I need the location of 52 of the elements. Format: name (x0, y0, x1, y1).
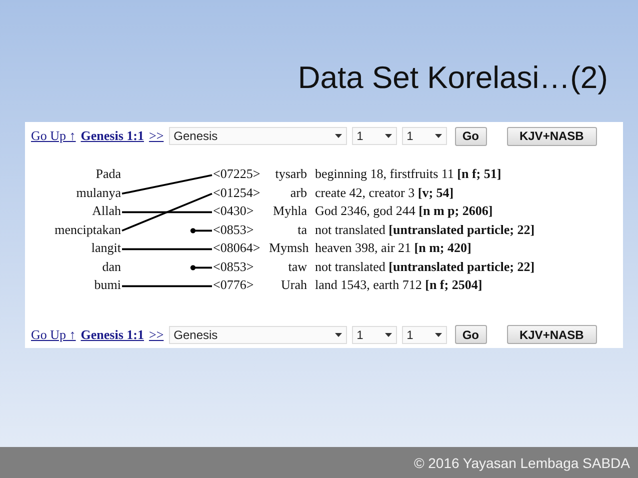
strongs-number[interactable]: <0853> (213, 258, 269, 276)
hebrew-word: arb (289, 184, 307, 202)
word-label: menciptakan (54, 220, 121, 239)
hebrew-word: Mymsh (269, 239, 307, 257)
word-label: Pada (94, 165, 121, 183)
go-up-link[interactable]: Go Up ↑ (31, 128, 76, 144)
copyright-text: © 2016 Yayasan Lembaga SABDA (414, 454, 630, 470)
strongs-number[interactable]: <07225> (213, 165, 269, 184)
caret-icon (384, 134, 392, 138)
strongs-number[interactable]: <0853> (213, 220, 269, 239)
next-link[interactable]: >> (148, 128, 164, 144)
verse-dropdown[interactable]: 1 (402, 127, 447, 145)
strongs-number[interactable]: <0430> (213, 202, 269, 220)
go-button[interactable]: Go (454, 325, 487, 344)
strongs-number[interactable]: <08064> (213, 239, 269, 258)
word-label: dan (101, 258, 121, 276)
caret-icon (334, 134, 342, 138)
caret-icon (384, 332, 392, 336)
caret-icon (334, 332, 342, 336)
verse-link[interactable]: Genesis 1:1 (80, 128, 144, 144)
version-button[interactable]: KJV+NASB (506, 325, 597, 344)
hebrew-word: ta (296, 220, 307, 238)
go-button[interactable]: Go (454, 126, 487, 146)
version-button[interactable]: KJV+NASB (506, 126, 597, 146)
gloss-text: beginning 18, firstfruits 11 [n f; 51] (314, 165, 502, 183)
book-dropdown[interactable]: Genesis (168, 326, 347, 344)
slide-title: Data Set Korelasi…(2) (298, 60, 608, 96)
caret-icon (434, 134, 442, 138)
chapter-dropdown[interactable]: 1 (352, 326, 397, 344)
hebrew-word: Myhla (272, 202, 307, 220)
strongs-number[interactable]: <0776> (213, 276, 269, 294)
go-up-link[interactable]: Go Up ↑ (31, 326, 76, 342)
book-dropdown[interactable]: Genesis (168, 127, 347, 145)
gloss-text: God 2346, god 244 [n m p; 2606] (314, 202, 494, 220)
gloss-text: heaven 398, air 21 [n m; 420] (314, 239, 472, 257)
word-label: mulanya (75, 184, 121, 202)
word-label: bumi (93, 276, 121, 294)
strongs-number[interactable]: <01254> (213, 184, 269, 202)
gloss-text: land 1543, earth 712 [n f; 2504] (314, 276, 484, 294)
hebrew-word: taw (287, 258, 307, 276)
verse-link[interactable]: Genesis 1:1 (80, 326, 144, 342)
word-label: langit (90, 239, 121, 257)
gloss-text: not translated [untranslated particle; 22] (314, 258, 536, 276)
chapter-dropdown[interactable]: 1 (352, 127, 397, 145)
caret-icon (434, 332, 442, 336)
hebrew-word: Urah (280, 276, 307, 294)
next-link[interactable]: >> (148, 326, 164, 342)
hebrew-word: tysarb (274, 165, 307, 183)
gloss-text: create 42, creator 3 [v; 54] (314, 184, 455, 202)
verse-dropdown[interactable]: 1 (402, 326, 447, 344)
word-label: Allah (91, 202, 121, 220)
gloss-text: not translated [untranslated particle; 22] (314, 220, 536, 239)
